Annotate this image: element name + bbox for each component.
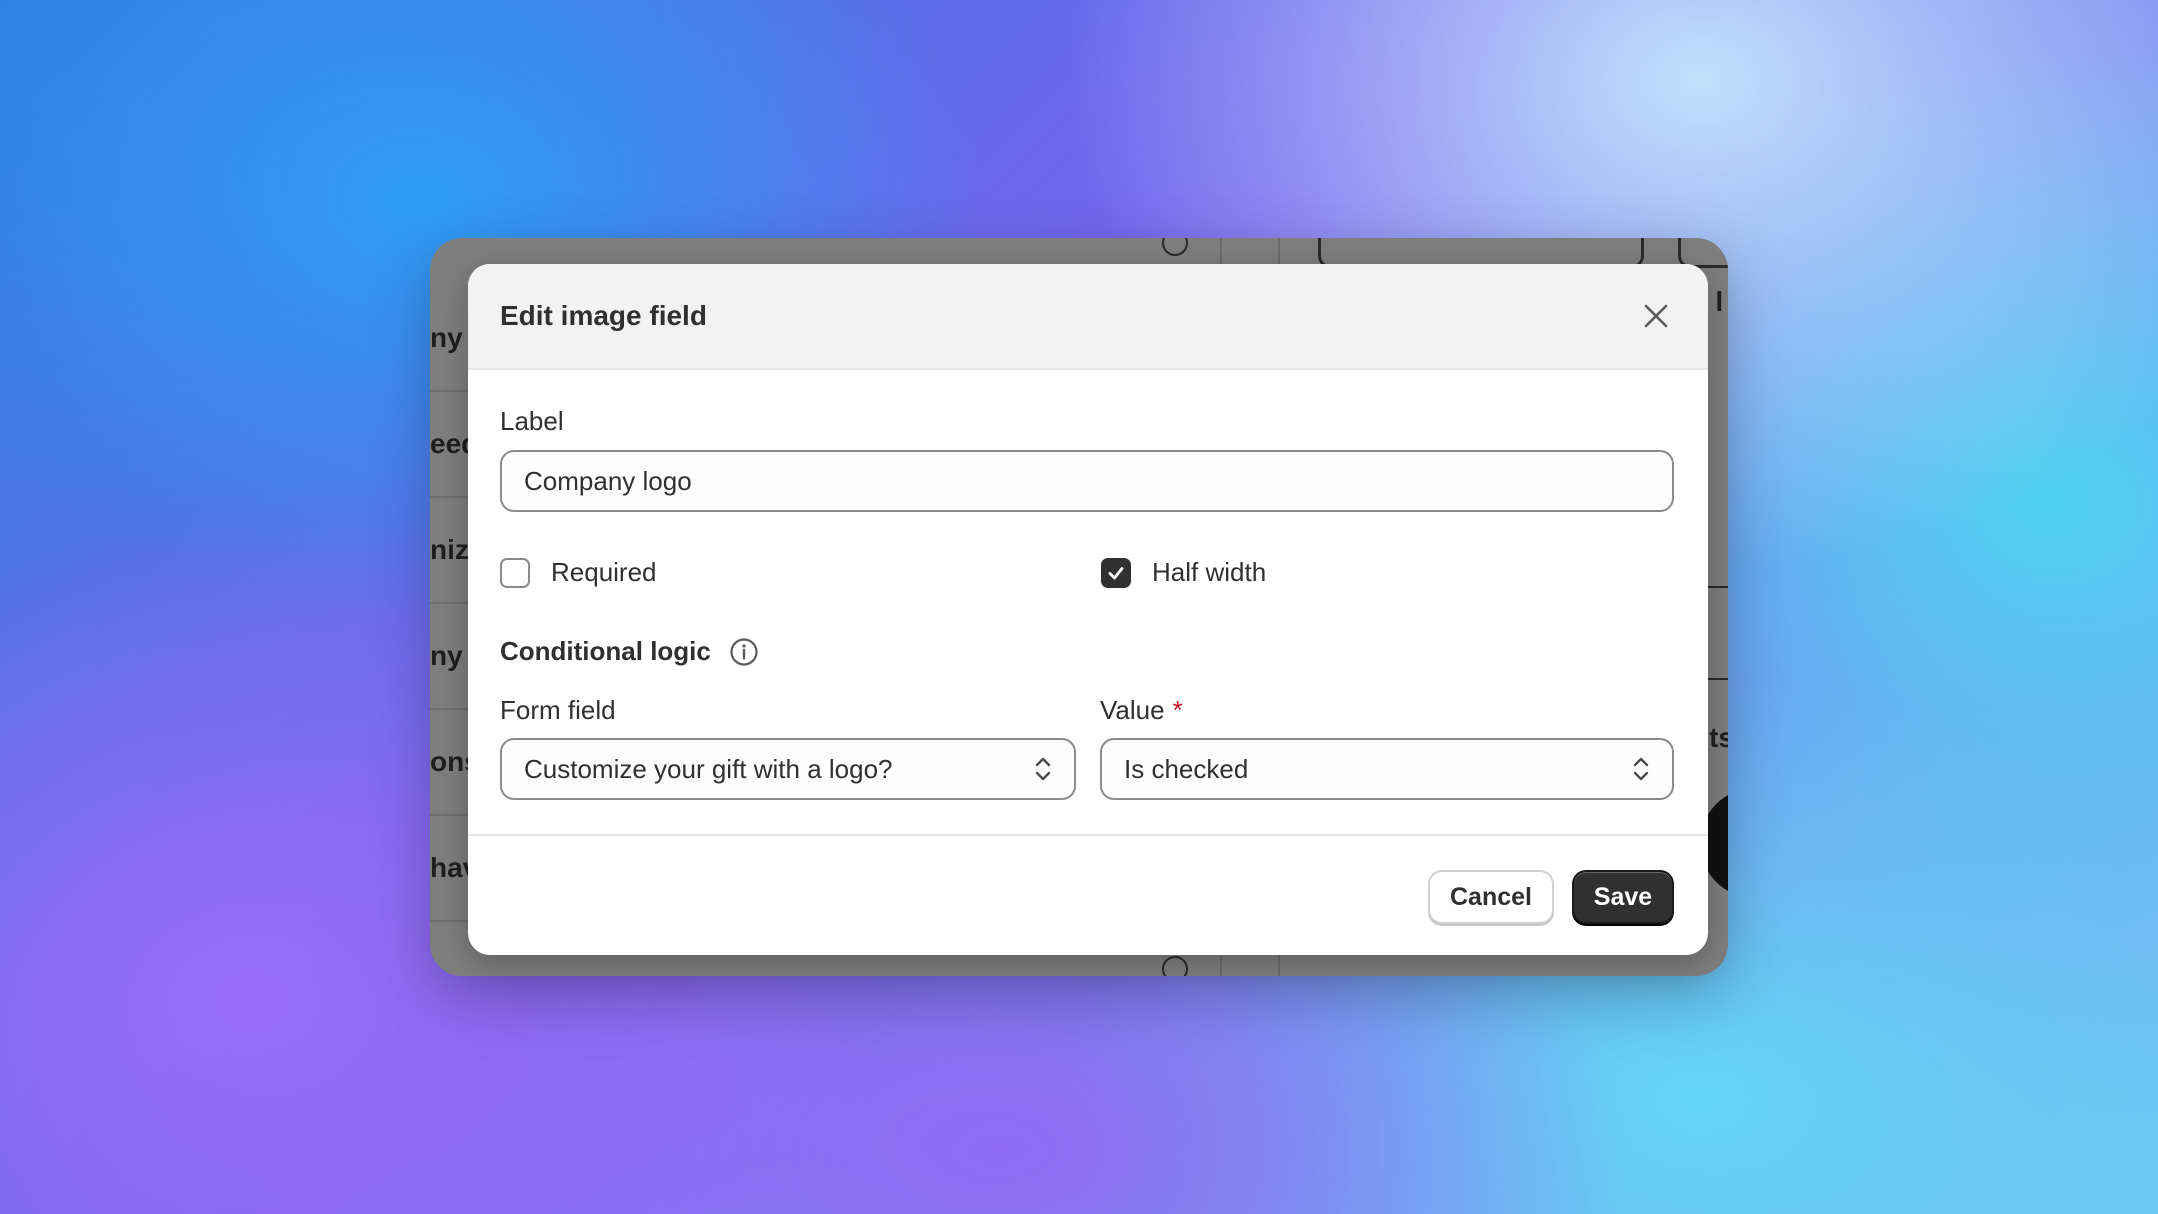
value-select-value: Is checked [1124,753,1249,784]
form-field-select[interactable]: Customize your gift with a logo? [500,738,1076,800]
conditional-logic-title: Conditional logic [500,636,711,666]
select-chevron-icon [1633,757,1649,781]
checkmark-icon [1108,566,1124,579]
label-input[interactable]: Company logo [500,450,1674,512]
value-field-label-wrap: Value * [1100,695,1183,726]
half-width-checkbox-label: Half width [1152,557,1267,587]
required-checkbox-row[interactable]: Required [500,557,657,588]
select-chevron-icon [1035,757,1051,781]
modal-header: Edit image field [468,264,1708,370]
label-input-value: Company logo [524,465,692,496]
close-button[interactable] [1636,296,1676,336]
half-width-checkbox[interactable] [1101,557,1131,588]
modal-footer: Cancel Save [468,834,1708,955]
info-circle-icon [730,637,758,666]
background-row-text: ny [430,322,463,353]
value-select[interactable]: Is checked [1100,738,1674,800]
modal-title: Edit image field [500,300,707,331]
form-field-select-value: Customize your gift with a logo? [524,753,893,784]
close-icon [1644,304,1668,328]
conditional-logic-heading: Conditional logic [500,636,759,667]
cancel-button[interactable]: Cancel [1428,870,1554,924]
required-checkbox[interactable] [500,557,530,588]
edit-image-field-modal: Edit image field Label Company logo Requ… [468,264,1708,955]
info-icon[interactable] [729,637,759,667]
half-width-checkbox-row[interactable]: Half width [1101,557,1266,588]
value-field-label: Value [1100,695,1165,725]
label-field-label: Label [500,406,564,436]
required-marker: * [1172,695,1183,725]
background-lock-icon [1162,956,1188,976]
form-field-label: Form field [500,695,616,725]
required-checkbox-label: Required [551,557,657,587]
save-button[interactable]: Save [1572,870,1674,924]
